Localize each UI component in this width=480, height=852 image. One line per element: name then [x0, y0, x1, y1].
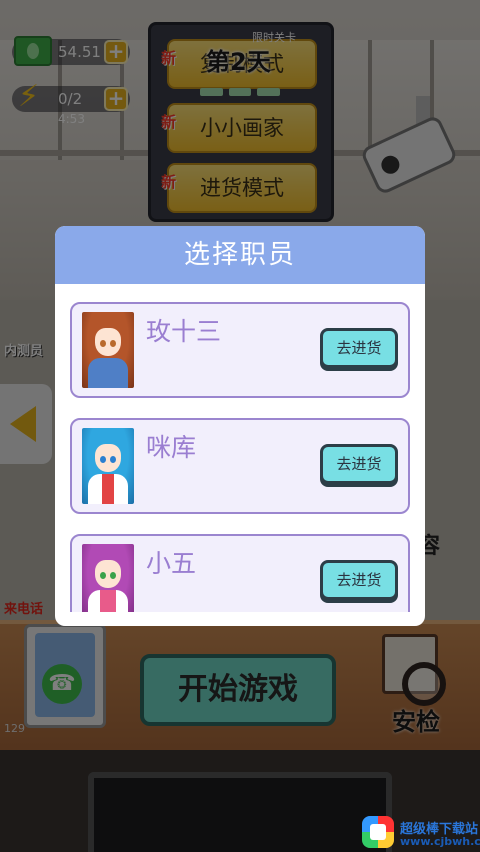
- watermark: 超级棒下载站 www.cjbwh.com: [362, 812, 480, 852]
- go-restock-button[interactable]: 去进货: [320, 328, 398, 368]
- dialog-title: 选择职员: [55, 226, 425, 284]
- go-restock-button[interactable]: 去进货: [320, 560, 398, 600]
- employee-portrait: [82, 428, 134, 504]
- watermark-url: www.cjbwh.com: [400, 835, 480, 848]
- employee-card: 小五 去进货: [70, 534, 410, 612]
- site-logo-icon: [362, 816, 394, 848]
- employee-list[interactable]: 玫十三 去进货 咪库 去进货 小五 去进货: [55, 284, 425, 612]
- employee-portrait: [82, 312, 134, 388]
- employee-portrait: [82, 544, 134, 612]
- employee-name: 玫十三: [146, 317, 222, 346]
- select-employee-dialog: 选择职员 玫十三 去进货 咪库 去进货 小五 去进货: [55, 226, 425, 626]
- employee-name: 小五: [146, 549, 197, 578]
- employee-card: 玫十三 去进货: [70, 302, 410, 398]
- employee-card: 咪库 去进货: [70, 418, 410, 514]
- go-restock-button[interactable]: 去进货: [320, 444, 398, 484]
- employee-name: 咪库: [146, 433, 197, 462]
